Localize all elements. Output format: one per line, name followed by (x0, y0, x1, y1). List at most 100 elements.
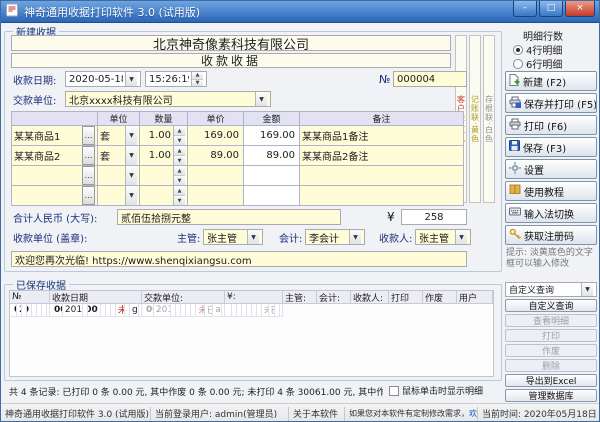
item-name-cell[interactable]: … (12, 166, 98, 186)
status-contact[interactable]: 如果您对本软件有定制修改需求，欢迎点击这里联系我们! (345, 407, 478, 421)
saved-header-accountant: 会计: (317, 291, 351, 304)
saved-header-date: 收款日期 (50, 291, 142, 304)
saved-receipts-table: № 收款日期 交款单位: ¥: 主管: 会计: 收款人: 打印 作废 用户 00… (9, 290, 494, 377)
receipt-date-picker[interactable]: 2020-05-18▼ (65, 71, 141, 87)
item-note-cell[interactable]: 某某商品2备注 (300, 146, 464, 166)
export-excel-button[interactable]: 导出到Excel (505, 374, 597, 387)
item-qty-cell[interactable]: 1.00▲▼ (140, 146, 188, 166)
item-price-cell[interactable] (188, 186, 244, 206)
chevron-down-icon[interactable]: ▼ (125, 146, 137, 165)
chevron-down-icon[interactable]: ▼ (125, 166, 137, 185)
accountant-label: 会计: (279, 229, 302, 245)
saved-receipt-row[interactable]: 000003 2019-12-07 10:34:32 0.00 未打印 admi… (10, 304, 50, 317)
item-unit-cell[interactable]: 套▼ (98, 126, 140, 146)
spinner-arrows-icon[interactable]: ▲▼ (173, 126, 185, 145)
currency-sign: ¥ (387, 209, 395, 225)
manage-db-button[interactable]: 管理数据库 (505, 389, 597, 402)
payee-combobox[interactable]: 张主管▼ (415, 229, 471, 245)
chevron-down-icon[interactable]: ▼ (247, 230, 259, 244)
item-qty-cell[interactable]: ▲▼ (140, 186, 188, 206)
saved-receipt-row[interactable]: 未打印 已作废 (225, 304, 283, 317)
item-price-cell[interactable] (188, 166, 244, 186)
regcode-button[interactable]: 获取注册码 (505, 225, 597, 245)
close-button[interactable]: × (565, 1, 595, 17)
minimize-button[interactable]: – (513, 1, 537, 17)
show-detail-checkbox[interactable]: 鼠标单击时显示明细 (389, 384, 483, 397)
copy-strip-stub: 存根联·白色 (483, 35, 495, 203)
print-record-button[interactable]: 打印 (505, 329, 597, 342)
custom-query-combobox[interactable]: 自定义查询▼ (505, 282, 597, 297)
payer-combobox[interactable]: 北京xxxx科技有限公司▼ (65, 91, 271, 107)
view-detail-button[interactable]: 查看明细 (505, 314, 597, 327)
tutorial-button[interactable]: 使用教程 (505, 181, 597, 201)
supervisor-label: 主管: (177, 229, 200, 245)
item-unit-cell[interactable]: ▼ (98, 166, 140, 186)
ime-switch-button[interactable]: 输入法切换 (505, 203, 597, 223)
item-name-cell[interactable]: … (12, 186, 98, 206)
custom-query-button[interactable]: 自定义查询 (505, 299, 597, 312)
item-unit-cell[interactable]: 套▼ (98, 146, 140, 166)
saved-header-user: 用户 (457, 291, 493, 304)
saved-receipt-row[interactable]: 000002 2019-11-11 16:37:52 30,061.00 未打印… (50, 304, 142, 317)
item-price-cell[interactable]: 89.00 (188, 146, 244, 166)
app-icon (5, 3, 19, 20)
gear-icon (509, 162, 521, 177)
item-note-cell[interactable] (300, 166, 464, 186)
item-name-cell[interactable]: 某某商品1… (12, 126, 98, 146)
payer-label: 交款单位: (13, 91, 56, 107)
item-name-cell[interactable]: 某某商品2… (12, 146, 98, 166)
item-picker-button[interactable]: … (82, 126, 95, 145)
item-picker-button[interactable]: … (82, 146, 95, 165)
saved-receipt-row[interactable]: 000001 2019-11-11 18:33:17 未打印 已作废 admin (142, 304, 225, 317)
new-button[interactable]: 新建 (F2) (505, 71, 597, 91)
radio-4-rows[interactable]: 4行明细 (513, 42, 562, 57)
radio-6-rows[interactable]: 6行明细 (513, 56, 562, 71)
item-qty-cell[interactable]: 1.00▲▼ (140, 126, 188, 146)
total-in-words-field[interactable]: 贰佰伍拾捌元整 (117, 209, 341, 225)
delete-record-button[interactable]: 删除 (505, 359, 597, 372)
receipt-no-label: № (379, 71, 390, 87)
settings-button[interactable]: 设置 (505, 159, 597, 179)
spinner-arrows-icon[interactable]: ▲▼ (191, 72, 203, 86)
chevron-down-icon[interactable]: ▼ (349, 230, 361, 244)
spinner-arrows-icon[interactable]: ▲▼ (173, 166, 185, 185)
save-button[interactable]: 保存 (F3) (505, 137, 597, 157)
spinner-arrows-icon[interactable]: ▲▼ (173, 146, 185, 165)
status-contact-link[interactable]: 欢迎点击这里联系我们! (469, 408, 478, 419)
welcome-note-field[interactable]: 欢迎您再次光临! https://www.shenqixiangsu.com (11, 251, 467, 267)
chevron-down-icon[interactable]: ▼ (125, 72, 137, 86)
chevron-down-icon[interactable]: ▼ (455, 230, 467, 244)
chevron-down-icon[interactable]: ▼ (125, 126, 137, 145)
supervisor-combobox[interactable]: 张主管▼ (203, 229, 263, 245)
item-picker-button[interactable]: … (82, 186, 95, 205)
radio-dot-icon (513, 59, 523, 69)
accountant-combobox[interactable]: 李会计▼ (305, 229, 365, 245)
void-record-button[interactable]: 作废 (505, 344, 597, 357)
status-current-time: 当前时间: 2020年05月18日 15:26:58 (478, 407, 599, 421)
chevron-down-icon[interactable]: ▼ (581, 283, 593, 296)
receipt-title-field[interactable]: 收款收据 (11, 53, 451, 68)
item-price-cell[interactable]: 169.00 (188, 126, 244, 146)
item-note-cell[interactable]: 某某商品1备注 (300, 126, 464, 146)
receipt-time-spinner[interactable]: 15:26:19▲▼ (145, 71, 207, 87)
company-name-field[interactable]: 北京神奇像素科技有限公司 (11, 35, 451, 51)
item-unit-cell[interactable]: ▼ (98, 186, 140, 206)
save-print-button[interactable]: 保存并打印 (F5) (505, 93, 597, 113)
receipt-no-field[interactable]: 000004 (393, 71, 467, 87)
chevron-down-icon[interactable]: ▼ (255, 92, 267, 106)
status-about-link[interactable]: 关于本软件 (289, 407, 345, 421)
app-window: 神奇通用收据打印软件 3.0 (试用版) – □ × 新建收据 北京神奇像素科技… (0, 0, 600, 422)
total-amount-field: 258 (401, 209, 467, 225)
print-button[interactable]: 打印 (F6) (505, 115, 597, 135)
items-header-name (12, 112, 98, 126)
spinner-arrows-icon[interactable]: ▲▼ (173, 186, 185, 205)
records-summary: 共 4 条记录: 已打印 0 条 0.00 元, 其中作废 0 条 0.00 元… (9, 385, 383, 398)
titlebar[interactable]: 神奇通用收据打印软件 3.0 (试用版) – □ × (1, 1, 599, 23)
maximize-button[interactable]: □ (539, 1, 563, 17)
item-picker-button[interactable]: … (82, 166, 95, 185)
item-qty-cell[interactable]: ▲▼ (140, 166, 188, 186)
chevron-down-icon[interactable]: ▼ (125, 186, 137, 205)
item-note-cell[interactable] (300, 186, 464, 206)
saved-receipts-group: 已保存收据 № 收款日期 交款单位: ¥: 主管: 会计: 收款人: 打印 作废… (4, 284, 502, 381)
saved-header-no: № (10, 291, 50, 304)
